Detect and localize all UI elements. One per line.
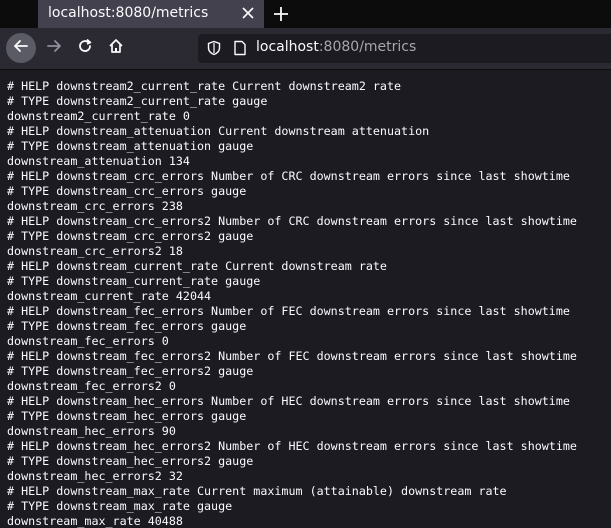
metrics-line: downstream_hec_errors 90 bbox=[7, 424, 176, 438]
reload-icon bbox=[77, 38, 93, 58]
plus-icon[interactable] bbox=[270, 3, 292, 25]
close-icon[interactable] bbox=[240, 5, 256, 21]
url-text[interactable]: localhost:8080/metrics bbox=[256, 39, 416, 55]
metrics-line: # TYPE downstream_current_rate gauge bbox=[7, 274, 261, 288]
back-button[interactable] bbox=[6, 33, 36, 63]
page-icon[interactable] bbox=[232, 40, 248, 56]
tab-title: localhost:8080/metrics bbox=[48, 5, 209, 21]
metrics-text: # HELP downstream2_current_rate Current … bbox=[0, 71, 611, 528]
metrics-line: # TYPE downstream_hec_errors2 gauge bbox=[7, 454, 254, 468]
metrics-line: # TYPE downstream_crc_errors gauge bbox=[7, 184, 247, 198]
metrics-line: downstream_attenuation 134 bbox=[7, 154, 190, 168]
metrics-line: # TYPE downstream_fec_errors2 gauge bbox=[7, 364, 254, 378]
metrics-line: # HELP downstream_fec_errors2 Number of … bbox=[7, 349, 577, 363]
shield-icon[interactable] bbox=[206, 40, 222, 56]
metrics-line: # HELP downstream_attenuation Current do… bbox=[7, 124, 430, 138]
metrics-line: downstream_crc_errors2 18 bbox=[7, 244, 183, 258]
metrics-line: # HELP downstream_hec_errors2 Number of … bbox=[7, 439, 577, 453]
metrics-line: downstream_crc_errors 238 bbox=[7, 199, 183, 213]
metrics-line: downstream_current_rate 42044 bbox=[7, 289, 212, 303]
home-icon bbox=[108, 38, 124, 58]
metrics-line: # HELP downstream_crc_errors2 Number of … bbox=[7, 214, 577, 228]
metrics-line: # HELP downstream_max_rate Current maxim… bbox=[7, 484, 507, 498]
metrics-line: downstream2_current_rate 0 bbox=[7, 109, 190, 123]
metrics-line: downstream_fec_errors 0 bbox=[7, 334, 169, 348]
metrics-line: # HELP downstream2_current_rate Current … bbox=[7, 79, 402, 93]
arrow-left-icon bbox=[13, 38, 29, 58]
metrics-line: # HELP downstream_fec_errors Number of F… bbox=[7, 304, 570, 318]
metrics-line: # TYPE downstream2_current_rate gauge bbox=[7, 94, 268, 108]
url-path: :8080/metrics bbox=[318, 39, 417, 55]
arrow-right-icon bbox=[46, 38, 62, 58]
page-content: # HELP downstream2_current_rate Current … bbox=[0, 71, 611, 528]
metrics-line: # TYPE downstream_hec_errors gauge bbox=[7, 409, 247, 423]
metrics-line: downstream_hec_errors2 32 bbox=[7, 469, 183, 483]
tab-strip: localhost:8080/metrics bbox=[0, 0, 611, 28]
url-bar[interactable]: localhost:8080/metrics bbox=[198, 34, 611, 63]
url-host: localhost bbox=[256, 39, 319, 55]
metrics-line: # HELP downstream_current_rate Current d… bbox=[7, 259, 387, 273]
reload-button[interactable] bbox=[71, 34, 99, 62]
metrics-line: # HELP downstream_crc_errors Number of C… bbox=[7, 169, 570, 183]
forward-button[interactable] bbox=[40, 34, 68, 62]
metrics-line: # TYPE downstream_crc_errors2 gauge bbox=[7, 229, 254, 243]
metrics-line: # TYPE downstream_max_rate gauge bbox=[7, 499, 233, 513]
metrics-line: downstream_max_rate 40488 bbox=[7, 514, 183, 528]
metrics-line: downstream_fec_errors2 0 bbox=[7, 379, 176, 393]
metrics-line: # HELP downstream_hec_errors Number of H… bbox=[7, 394, 570, 408]
metrics-line: # TYPE downstream_attenuation gauge bbox=[7, 139, 254, 153]
home-button[interactable] bbox=[102, 34, 130, 62]
navigation-toolbar: localhost:8080/metrics bbox=[0, 28, 611, 70]
tab-metrics[interactable]: localhost:8080/metrics bbox=[38, 0, 264, 28]
metrics-line: # TYPE downstream_fec_errors gauge bbox=[7, 319, 247, 333]
